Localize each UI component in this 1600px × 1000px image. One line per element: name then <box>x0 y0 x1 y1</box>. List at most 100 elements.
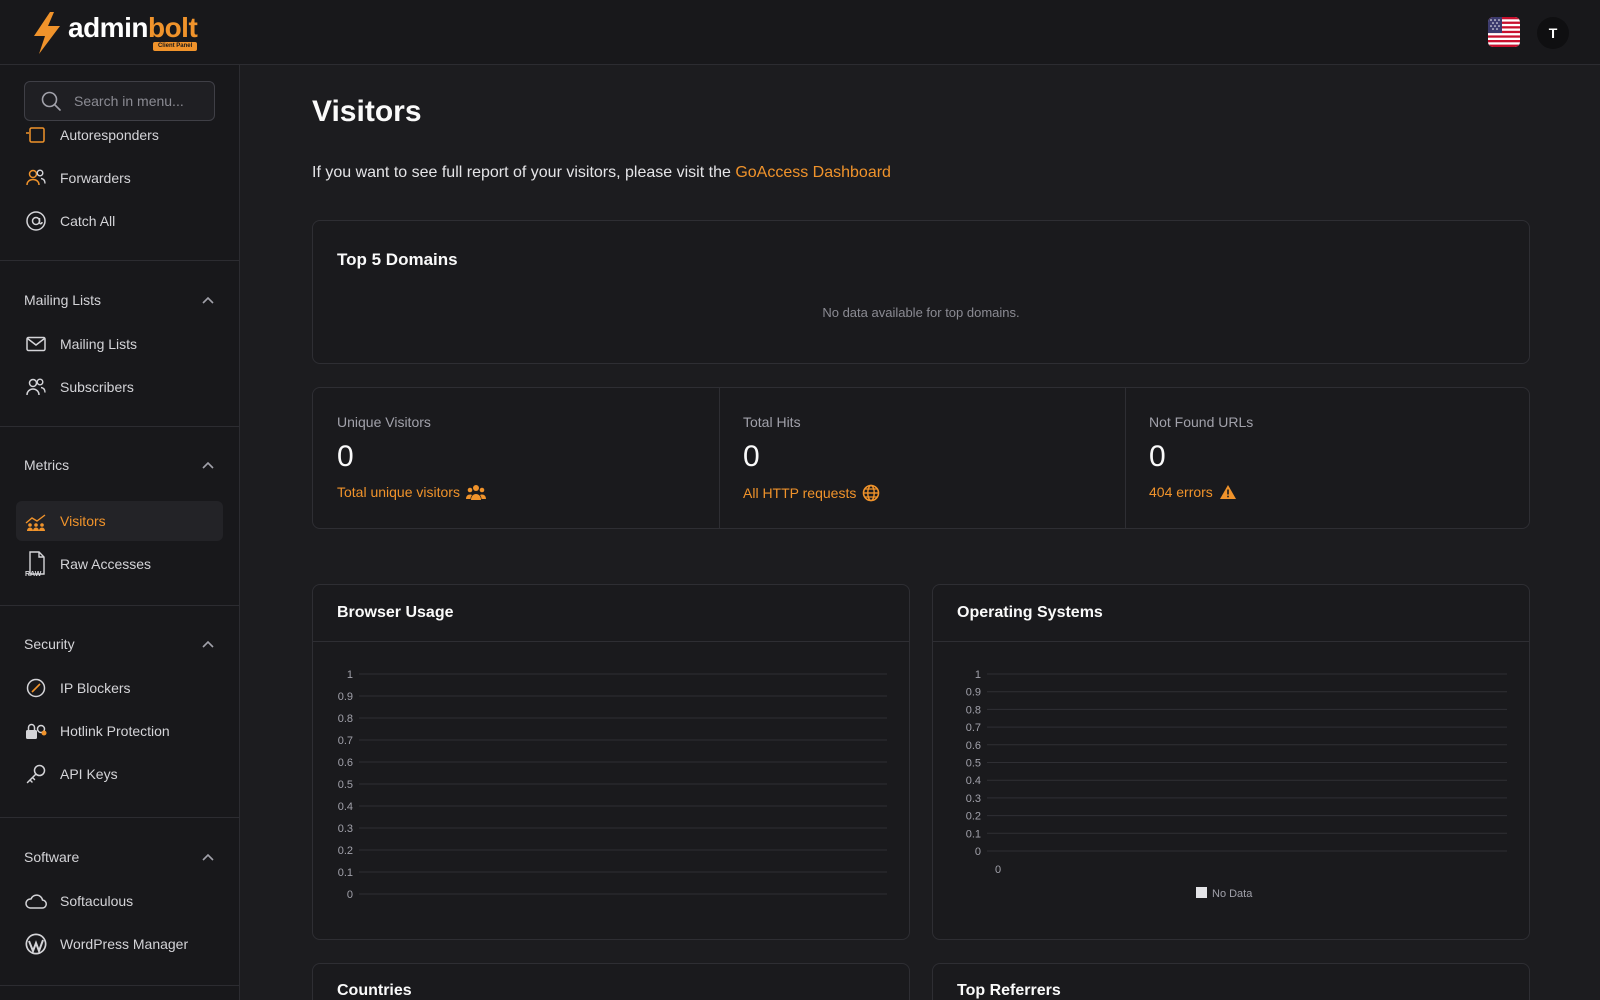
y-tick-label: 1 <box>347 669 353 681</box>
search-icon <box>40 90 62 112</box>
block-icon <box>24 676 48 700</box>
y-tick-label: 0.2 <box>338 845 353 857</box>
sidebar-item-label: Autoresponders <box>60 127 159 143</box>
y-tick-label: 0.3 <box>966 793 981 805</box>
globe-icon <box>863 484 880 502</box>
sidebar-item-subscribers[interactable]: Subscribers <box>16 367 223 407</box>
section-header-mailing-lists[interactable]: Mailing Lists <box>24 290 214 310</box>
section-header-software[interactable]: Software <box>24 847 214 867</box>
y-tick-label: 0.4 <box>966 775 981 787</box>
menu-search[interactable] <box>24 81 215 121</box>
top-domains-card: Top 5 Domains No data available for top … <box>312 220 1530 364</box>
sidebar-item-autoresponders[interactable]: Autoresponders <box>16 115 223 155</box>
legend-label[interactable]: No Data <box>1212 888 1253 900</box>
card-title: Browser Usage <box>337 604 454 621</box>
sidebar-item-softaculous[interactable]: Softaculous <box>16 881 223 921</box>
stat-label: Total Hits <box>743 414 801 430</box>
sidebar-item-raw-accesses[interactable]: RAW Raw Accesses <box>16 544 223 584</box>
stat-footer-text: All HTTP requests <box>743 485 857 501</box>
users-group-icon <box>465 485 486 500</box>
page-title: Visitors <box>312 95 422 128</box>
envelope-icon <box>24 332 48 356</box>
sidebar-item-forwarders[interactable]: Forwarders <box>16 158 223 198</box>
y-tick-label: 0.7 <box>966 722 981 734</box>
card-title: Top 5 Domains <box>337 250 458 269</box>
chevron-up-icon <box>202 461 214 469</box>
section-title: Software <box>24 849 80 865</box>
top-referrers-card: Top Referrers <box>932 963 1530 1000</box>
chevron-up-icon <box>202 853 214 861</box>
chevron-up-icon <box>202 296 214 304</box>
section-header-security[interactable]: Security <box>24 634 214 654</box>
stat-footer: Total unique visitors <box>337 484 486 500</box>
stat-footer-text: 404 errors <box>1149 484 1213 500</box>
y-tick-label: 0.7 <box>338 735 353 747</box>
y-tick-label: 0.6 <box>966 740 981 752</box>
sidebar-item-catch-all[interactable]: Catch All <box>16 201 223 241</box>
chevron-up-icon <box>202 640 214 648</box>
warning-icon <box>1219 485 1236 499</box>
sidebar-item-label: WordPress Manager <box>60 936 189 952</box>
y-tick-label: 0.1 <box>966 828 981 840</box>
empty-message: No data available for top domains. <box>822 305 1020 320</box>
sidebar-item-label: Mailing Lists <box>60 336 138 352</box>
users-icon <box>24 166 48 190</box>
x-tick-label: 0 <box>995 864 1001 876</box>
svg-text:RAW: RAW <box>25 571 42 578</box>
y-tick-label: 0.6 <box>338 757 353 769</box>
us-flag-icon[interactable] <box>1488 17 1520 47</box>
y-tick-label: 0.5 <box>966 758 981 770</box>
stat-footer: 404 errors <box>1149 484 1237 500</box>
sidebar-divider <box>0 605 239 606</box>
logo[interactable]: adminbolt Client Panel <box>30 12 198 54</box>
hotlink-icon <box>24 719 48 743</box>
section-title: Metrics <box>24 457 70 473</box>
search-input[interactable] <box>74 93 204 109</box>
user-avatar[interactable]: T <box>1537 17 1569 49</box>
visitors-icon <box>24 509 48 533</box>
sidebar-item-label: Visitors <box>60 513 106 529</box>
operating-systems-card: Operating Systems 1 0.9 0.8 0.7 0.6 0.5 0.4 0.3… <box>932 584 1530 940</box>
raw-file-icon: RAW <box>24 551 48 578</box>
y-tick-label: 0.4 <box>338 801 353 813</box>
stat-value: 0 <box>743 440 760 473</box>
intro-message: If you want to see full report of your v… <box>312 164 736 181</box>
bolt-logo-icon <box>34 12 60 54</box>
sidebar-divider <box>0 817 239 818</box>
goaccess-dashboard-link[interactable]: GoAccess Dashboard <box>735 164 891 181</box>
sidebar-item-visitors[interactable]: Visitors <box>16 501 223 541</box>
logo-text: adminbolt Client Panel <box>68 12 198 51</box>
sidebar-item-label: IP Blockers <box>60 680 131 696</box>
sidebar: Autoresponders Forwarders Catch All Mail… <box>0 65 240 1000</box>
sidebar-item-api-keys[interactable]: API Keys <box>16 754 223 794</box>
sidebar-item-hotlink-protection[interactable]: Hotlink Protection <box>16 711 223 751</box>
y-tick-label: 0.5 <box>338 779 353 791</box>
stat-value: 0 <box>337 440 354 473</box>
sidebar-item-ip-blockers[interactable]: IP Blockers <box>16 668 223 708</box>
card-title: Countries <box>337 982 412 999</box>
sidebar-item-label: Raw Accesses <box>60 556 152 572</box>
y-tick-label: 0.9 <box>338 691 353 703</box>
subscribers-icon <box>24 375 48 399</box>
sidebar-item-mailing-lists[interactable]: Mailing Lists <box>16 324 223 364</box>
sidebar-item-label: Subscribers <box>60 379 134 395</box>
stat-label: Unique Visitors <box>337 414 431 430</box>
section-header-metrics[interactable]: Metrics <box>24 455 214 475</box>
stat-value: 0 <box>1149 440 1166 473</box>
logo-part-bolt: bolt <box>147 12 198 43</box>
browser-usage-card: Browser Usage 1 0.9 0.8 0.7 0.6 0.5 0.4 0.3 0.2 0… <box>312 584 910 940</box>
sidebar-item-wordpress-manager[interactable]: WordPress Manager <box>16 924 223 964</box>
top-bar: adminbolt Client Panel T <box>0 0 1600 65</box>
y-tick-label: 0.8 <box>338 713 353 725</box>
browser-usage-chart: 1 0.9 0.8 0.7 0.6 0.5 0.4 0.3 0.2 0.1 0 <box>338 669 887 901</box>
operating-systems-chart: 1 0.9 0.8 0.7 0.6 0.5 0.4 0.3 0.2 0.1 0 0 No Data <box>966 669 1507 900</box>
logo-tag: Client Panel <box>152 42 198 51</box>
wordpress-icon <box>24 932 48 956</box>
cloud-icon <box>24 889 48 913</box>
chart-header: Operating Systems <box>933 585 1529 642</box>
y-tick-label: 0.1 <box>338 867 353 879</box>
card-title: Operating Systems <box>957 604 1103 621</box>
y-tick-label: 1 <box>975 669 981 681</box>
stats-card: Unique Visitors 0 Total unique visitors … <box>312 387 1530 529</box>
section-title: Security <box>24 636 75 652</box>
